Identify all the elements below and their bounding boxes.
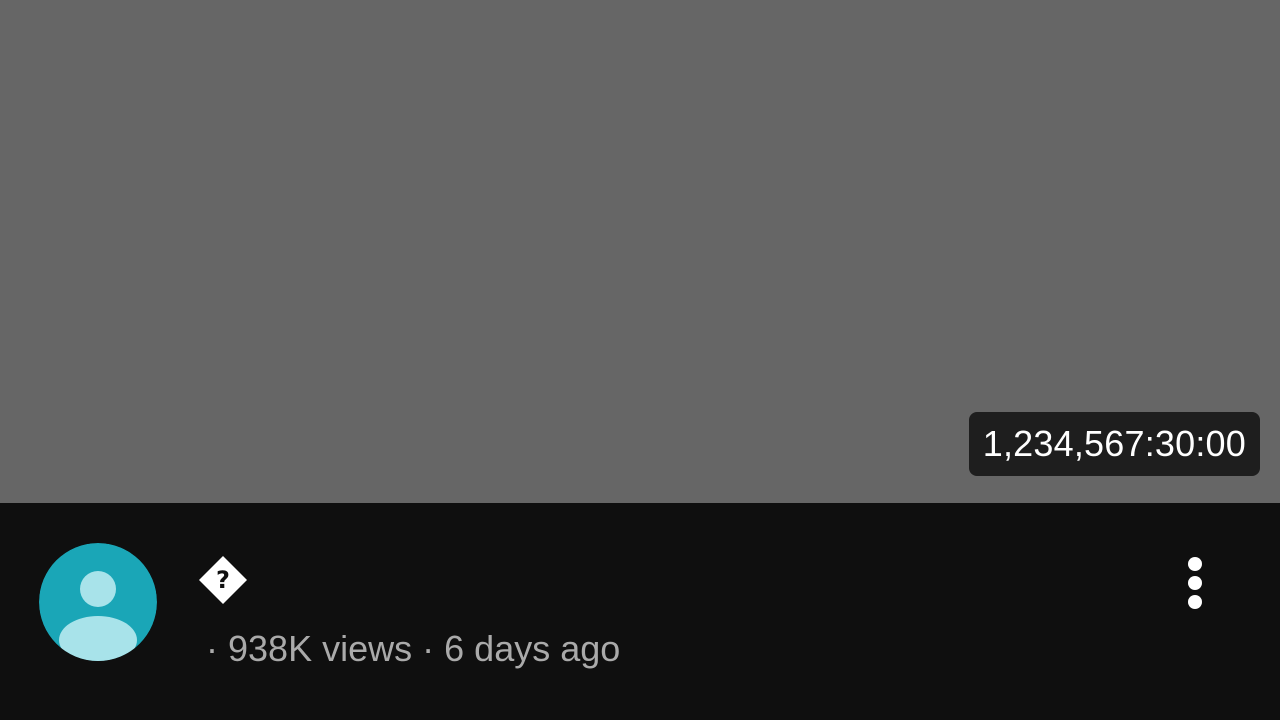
- more-vertical-icon: [1188, 557, 1202, 609]
- duration-badge: 1,234,567:30:00: [968, 412, 1260, 476]
- view-count: 938K views: [228, 628, 413, 669]
- channel-avatar[interactable]: [39, 543, 157, 661]
- svg-text:?: ?: [216, 566, 230, 594]
- meta-separator: ·: [422, 628, 435, 669]
- video-details: ? · 938K views · 6 days ago: [0, 503, 1280, 720]
- unknown-character-icon: ?: [199, 556, 247, 604]
- upload-age: 6 days ago: [444, 628, 621, 669]
- video-meta: · 938K views · 6 days ago: [206, 627, 620, 671]
- duration-text: 1,234,567:30:00: [982, 423, 1246, 464]
- more-options-button[interactable]: [1170, 551, 1220, 615]
- video-title[interactable]: ?: [198, 555, 248, 605]
- default-user-avatar-icon: [39, 543, 157, 661]
- video-thumbnail[interactable]: 1,234,567:30:00: [0, 0, 1280, 503]
- meta-separator: ·: [206, 628, 218, 669]
